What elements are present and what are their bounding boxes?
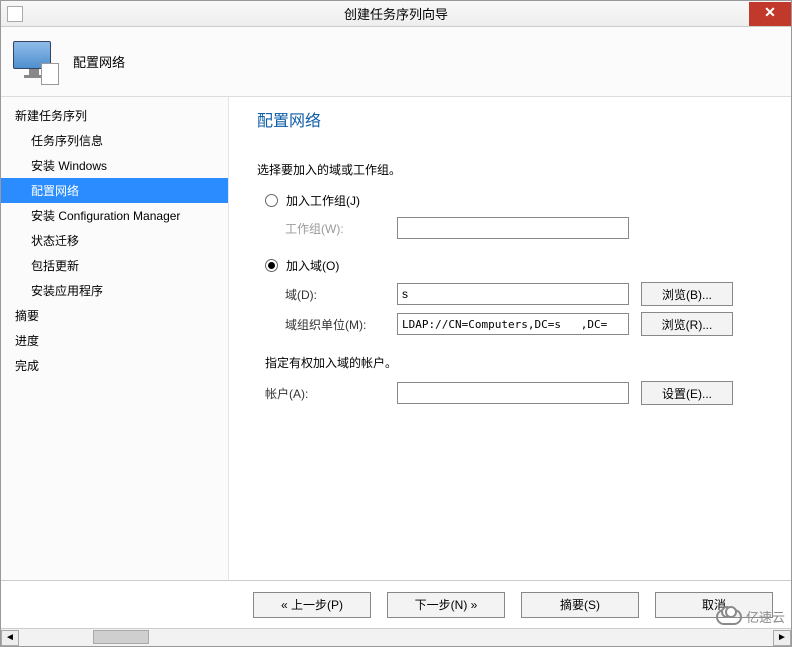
workgroup-input <box>397 217 629 239</box>
nav-group-complete: 完成 <box>1 353 228 378</box>
nav-item-install-configmgr[interactable]: 安装 Configuration Manager <box>1 203 228 228</box>
summary-button[interactable]: 摘要(S) <box>521 592 639 618</box>
prev-button[interactable]: « 上一步(P) <box>253 592 371 618</box>
scroll-thumb[interactable] <box>93 630 149 644</box>
radio-join-workgroup[interactable]: 加入工作组(J) <box>265 192 771 209</box>
content-panel: 配置网络 选择要加入的域或工作组。 加入工作组(J) 工作组(W): 加入域(O… <box>229 97 791 580</box>
nav-group-summary: 摘要 <box>1 303 228 328</box>
body: 新建任务序列 任务序列信息 安装 Windows 配置网络 安装 Configu… <box>1 97 791 580</box>
cloud-icon <box>716 609 742 625</box>
header-subtitle: 配置网络 <box>73 52 125 71</box>
close-button[interactable]: ✕ <box>749 2 791 26</box>
account-input[interactable] <box>397 382 629 404</box>
nav-group-progress: 进度 <box>1 328 228 353</box>
radio-icon-unchecked <box>265 194 278 207</box>
nav-item-install-apps[interactable]: 安装应用程序 <box>1 278 228 303</box>
nav-item-configure-network[interactable]: 配置网络 <box>1 178 228 203</box>
account-field-label: 帐户(A): <box>265 385 397 402</box>
account-note: 指定有权加入域的帐户。 <box>265 354 771 371</box>
nav-item-task-info[interactable]: 任务序列信息 <box>1 128 228 153</box>
header-area: 配置网络 <box>1 27 791 97</box>
scroll-right-arrow[interactable]: ► <box>773 630 791 646</box>
nav-item-install-windows[interactable]: 安装 Windows <box>1 153 228 178</box>
page-title: 配置网络 <box>257 107 771 131</box>
set-account-button[interactable]: 设置(E)... <box>641 381 733 405</box>
ou-input[interactable] <box>397 313 629 335</box>
nav-item-state-migration[interactable]: 状态迁移 <box>1 228 228 253</box>
window-title: 创建任务序列向导 <box>1 4 791 23</box>
watermark-text: 亿速云 <box>746 607 785 626</box>
radio-join-domain[interactable]: 加入域(O) <box>265 257 771 274</box>
next-button[interactable]: 下一步(N) » <box>387 592 505 618</box>
browse-domain-button[interactable]: 浏览(B)... <box>641 282 733 306</box>
intro-text: 选择要加入的域或工作组。 <box>257 161 771 178</box>
domain-field-label: 域(D): <box>285 286 397 303</box>
titlebar: 创建任务序列向导 ✕ <box>1 1 791 27</box>
sidebar: 新建任务序列 任务序列信息 安装 Windows 配置网络 安装 Configu… <box>1 97 229 580</box>
domain-input[interactable] <box>397 283 629 305</box>
wizard-window: 创建任务序列向导 ✕ 配置网络 新建任务序列 任务序列信息 安装 Windows… <box>0 0 792 647</box>
browse-ou-button[interactable]: 浏览(R)... <box>641 312 733 336</box>
footer: « 上一步(P) 下一步(N) » 摘要(S) 取消 <box>1 580 791 628</box>
horizontal-scrollbar[interactable]: ◄ ► <box>1 628 791 646</box>
workgroup-field-label: 工作组(W): <box>285 220 397 237</box>
nav-group-new-sequence: 新建任务序列 <box>1 103 228 128</box>
computer-icon <box>13 41 55 83</box>
radio-icon-checked <box>265 259 278 272</box>
scroll-left-arrow[interactable]: ◄ <box>1 630 19 646</box>
watermark: 亿速云 <box>716 607 785 626</box>
nav-item-include-updates[interactable]: 包括更新 <box>1 253 228 278</box>
ou-field-label: 域组织单位(M): <box>285 316 397 333</box>
radio-label-domain: 加入域(O) <box>286 257 339 274</box>
radio-label-workgroup: 加入工作组(J) <box>286 192 360 209</box>
scroll-track[interactable] <box>19 630 773 646</box>
